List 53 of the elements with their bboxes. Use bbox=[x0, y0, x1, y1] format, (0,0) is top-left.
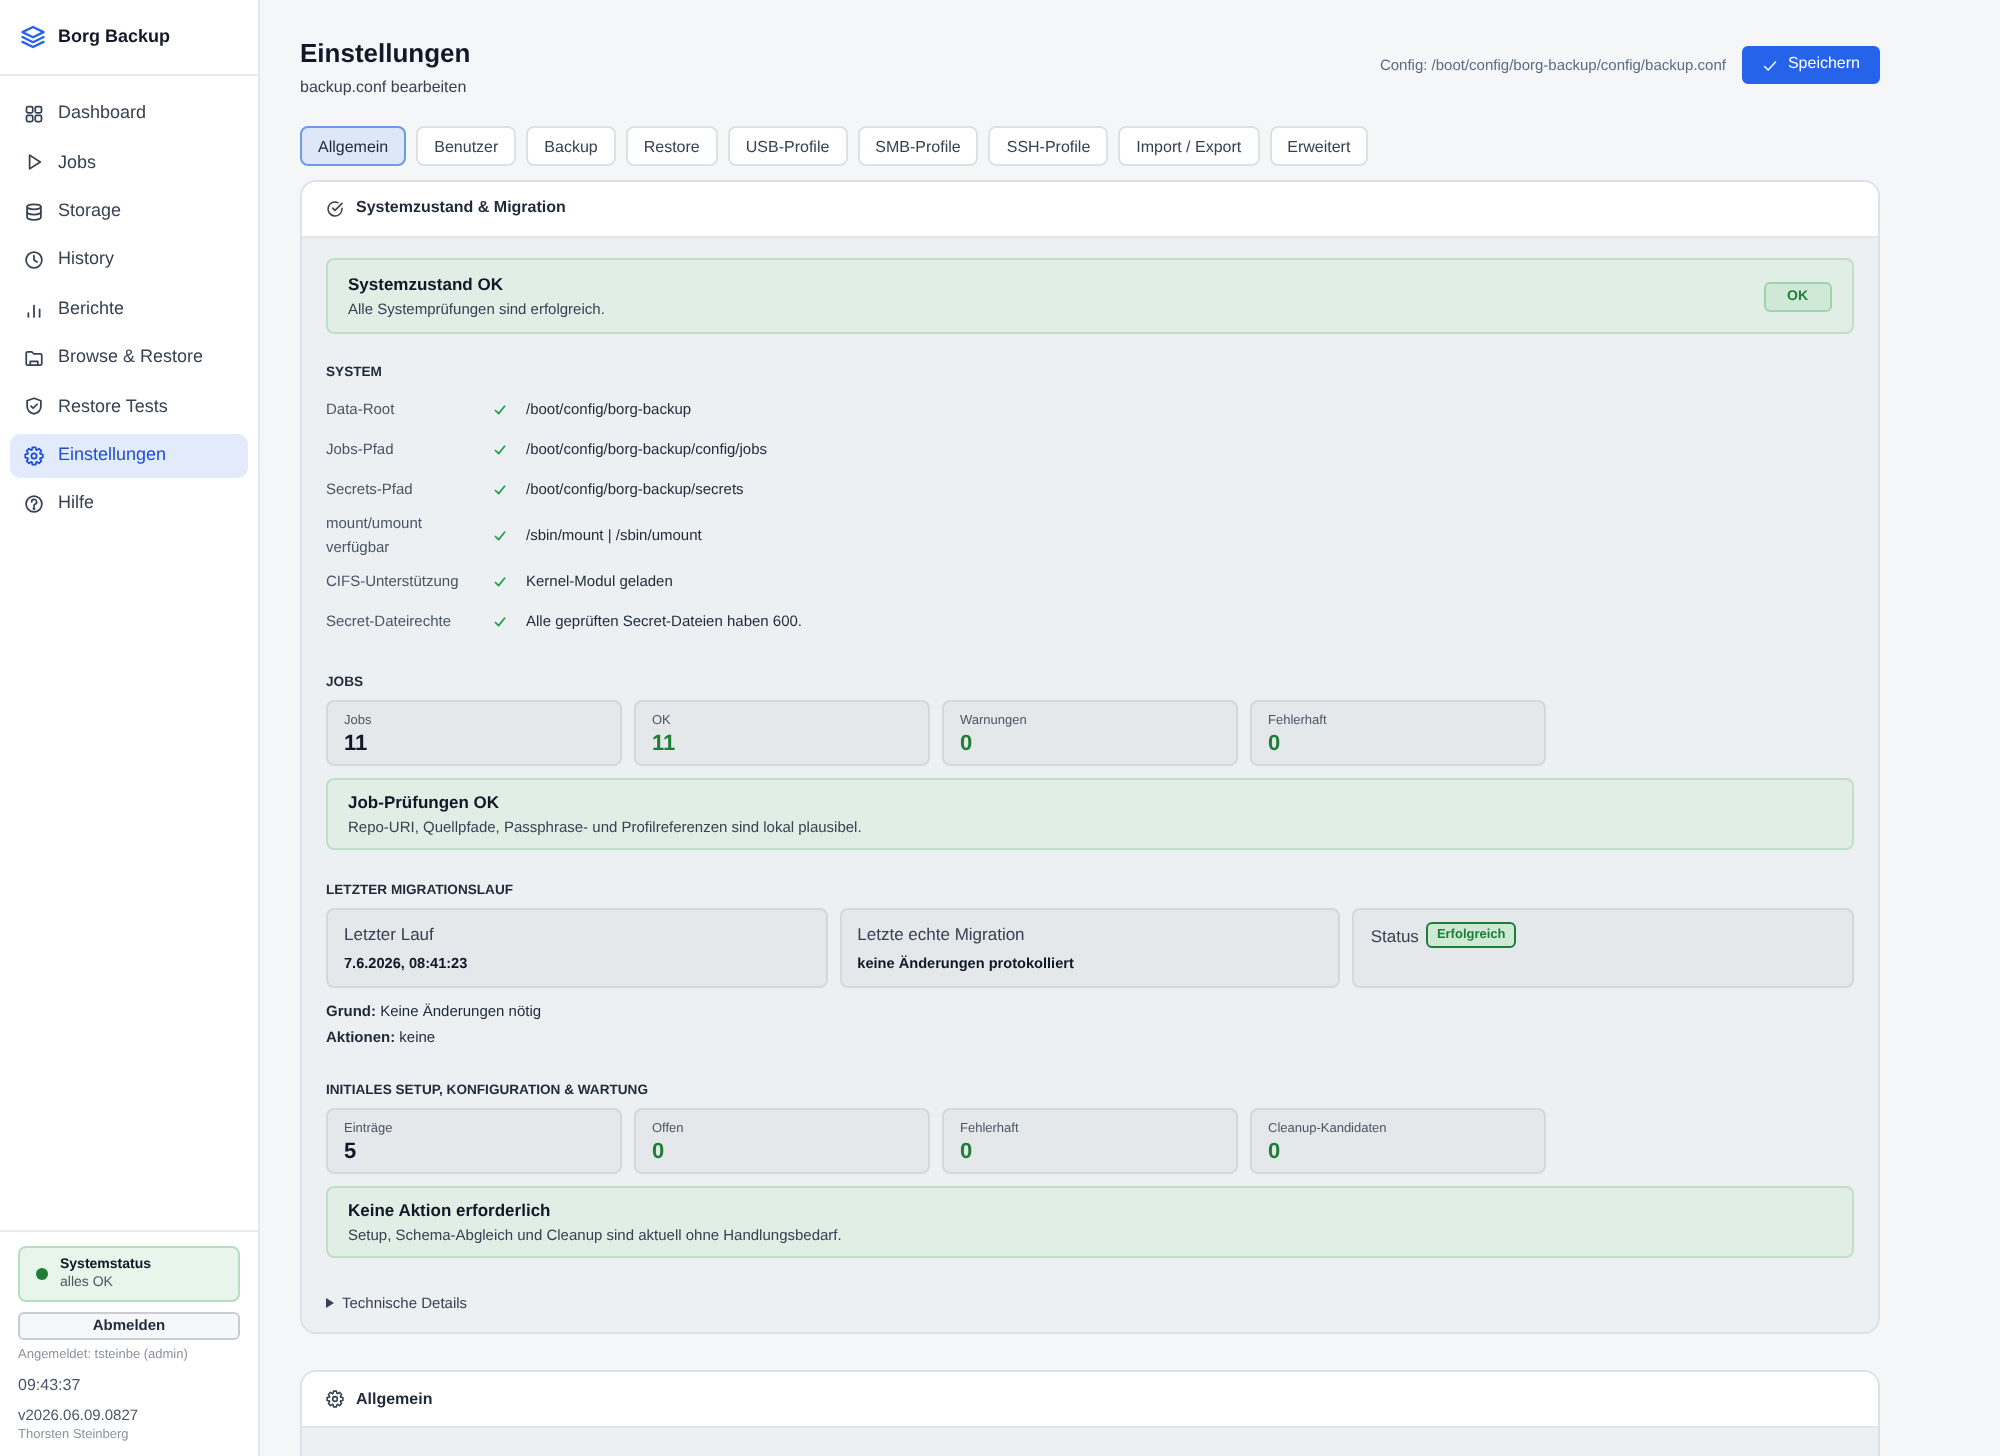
clock-icon bbox=[24, 250, 44, 271]
panel-title: Systemzustand & Migration bbox=[356, 198, 566, 220]
panel-title: Allgemein bbox=[356, 1389, 433, 1411]
alert-title: Keine Aktion erforderlich bbox=[348, 1198, 553, 1222]
settings-icon bbox=[326, 1390, 344, 1409]
help-icon bbox=[24, 494, 44, 515]
nav-item[interactable]: Hilfe bbox=[10, 482, 248, 527]
stat-value: 0 bbox=[1268, 730, 1283, 758]
info-label: Status bbox=[1370, 923, 1419, 947]
stat-value: 11 bbox=[344, 730, 370, 758]
nav-item[interactable]: History bbox=[10, 238, 248, 283]
check-circle-icon bbox=[326, 200, 344, 218]
stat-value: 0 bbox=[652, 1138, 667, 1166]
stat-value: 0 bbox=[1268, 1138, 1283, 1166]
database-icon bbox=[24, 201, 44, 222]
shield-icon bbox=[24, 396, 44, 417]
layers-icon bbox=[20, 24, 46, 50]
stat-value: 11 bbox=[652, 730, 678, 758]
info-label: Letzte echte Migration bbox=[857, 922, 1027, 946]
nav-item[interactable]: Browse & Restore bbox=[10, 335, 248, 380]
app-title: Borg Backup bbox=[58, 25, 171, 49]
nav-item[interactable]: Restore Tests bbox=[10, 384, 248, 429]
tab[interactable]: Import / Export bbox=[1118, 126, 1260, 166]
tab[interactable]: Allgemein bbox=[300, 126, 407, 166]
nav-item[interactable]: Dashboard bbox=[10, 92, 248, 136]
bar-chart-icon bbox=[24, 299, 44, 320]
save-button[interactable]: Speichern bbox=[1741, 46, 1880, 84]
alert-title: Job-Prüfungen OK bbox=[348, 790, 502, 814]
check-icon bbox=[1761, 57, 1778, 73]
folder-icon bbox=[24, 347, 44, 368]
stat-value: 0 bbox=[960, 730, 975, 758]
tab[interactable]: Backup bbox=[526, 126, 616, 166]
page-title: Einstellungen bbox=[300, 38, 471, 70]
nav-item[interactable]: Jobs bbox=[10, 140, 248, 185]
tab[interactable]: Restore bbox=[625, 126, 718, 166]
nav-item[interactable]: Einstellungen bbox=[10, 433, 248, 478]
status-dot-icon bbox=[36, 1268, 48, 1280]
tab[interactable]: Benutzer bbox=[416, 126, 517, 166]
settings-icon bbox=[24, 445, 44, 466]
page-subtitle: backup.conf bearbeiten bbox=[300, 76, 469, 98]
stat-value: 5 bbox=[344, 1138, 359, 1166]
tab[interactable]: SSH-Profile bbox=[988, 126, 1109, 166]
alert-title: Systemzustand OK bbox=[348, 272, 505, 296]
play-icon bbox=[24, 152, 44, 173]
tab[interactable]: USB-Profile bbox=[727, 126, 848, 166]
nav-item[interactable]: Berichte bbox=[10, 287, 248, 332]
nav-item[interactable]: Storage bbox=[10, 189, 248, 234]
info-label: Letzter Lauf bbox=[344, 922, 436, 946]
tab[interactable]: SMB-Profile bbox=[857, 126, 979, 166]
tab[interactable]: Erweitert bbox=[1269, 126, 1369, 166]
clock-time: 09:43:37 bbox=[18, 1376, 83, 1396]
stat-value: 0 bbox=[960, 1138, 975, 1166]
grid-icon bbox=[24, 104, 44, 124]
